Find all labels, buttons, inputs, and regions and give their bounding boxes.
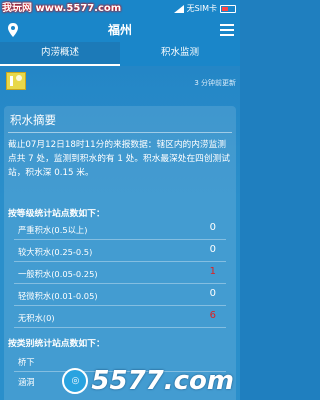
level-value: 0 bbox=[209, 222, 216, 233]
section-title-levels: 按等级统计站点数如下： bbox=[8, 209, 105, 219]
category-label: 涵洞 bbox=[18, 377, 35, 387]
signal-icon bbox=[173, 5, 184, 13]
divider bbox=[14, 239, 226, 240]
status-bar: 我玩网 www.5577.com 无SIM卡 bbox=[0, 0, 240, 18]
divider bbox=[14, 283, 226, 284]
level-row: 较大积水(0.25-0.5) 0 bbox=[4, 242, 236, 262]
level-row: 一般积水(0.05-0.25) 1 bbox=[4, 264, 236, 284]
weather-warning-icon bbox=[6, 72, 26, 90]
level-label: 无积水(0) bbox=[18, 313, 55, 323]
content-area: 3 分钟前更新 积水摘要 截止07月12日18时11分的来报数据：辖区内的内涝监… bbox=[0, 66, 240, 400]
tab-water-monitoring[interactable]: 积水监测 bbox=[120, 42, 240, 66]
level-label: 较大积水(0.25-0.5) bbox=[18, 247, 93, 257]
level-row: 无积水(0) 6 bbox=[4, 308, 236, 328]
level-label: 严重积水(0.5以上) bbox=[18, 225, 88, 235]
category-label: 桥下 bbox=[18, 357, 35, 367]
tab-bar: 内涝概述 积水监测 bbox=[0, 42, 240, 66]
level-label: 一般积水(0.05-0.25) bbox=[18, 269, 98, 279]
status-icons: 无SIM卡 bbox=[173, 0, 236, 18]
sim-status: 无SIM卡 bbox=[186, 4, 217, 13]
update-time: 3 分钟前更新 bbox=[194, 79, 236, 87]
site-logo: ◎ 5577.com bbox=[62, 366, 234, 396]
battery-icon bbox=[220, 5, 236, 13]
section-title-categories: 按类别统计站点数如下： bbox=[8, 339, 105, 349]
page-title: 福州 bbox=[107, 23, 132, 37]
level-label: 轻微积水(0.01-0.05) bbox=[18, 291, 98, 301]
level-row: 严重积水(0.5以上) 0 bbox=[4, 220, 236, 240]
level-value: 0 bbox=[209, 288, 216, 299]
divider bbox=[14, 261, 226, 262]
app-bar: 福州 bbox=[0, 18, 240, 42]
logo-text: 5577.com bbox=[91, 366, 234, 396]
menu-icon[interactable] bbox=[220, 24, 234, 36]
logo-badge-icon: ◎ bbox=[62, 368, 89, 394]
tab-overview[interactable]: 内涝概述 bbox=[0, 42, 120, 66]
watermark-text: 我玩网 www.5577.com bbox=[2, 3, 122, 14]
level-value: 6 bbox=[209, 310, 216, 321]
summary-panel: 积水摘要 截止07月12日18时11分的来报数据：辖区内的内涝监测点共 7 处，… bbox=[4, 106, 236, 400]
panel-title: 积水摘要 bbox=[10, 113, 56, 127]
level-value: 1 bbox=[209, 266, 216, 277]
divider bbox=[14, 305, 226, 306]
level-row: 轻微积水(0.01-0.05) 0 bbox=[4, 286, 236, 306]
summary-text: 截止07月12日18时11分的来报数据：辖区内的内涝监测点共 7 处，监测到积水… bbox=[8, 140, 230, 178]
level-value: 0 bbox=[209, 244, 216, 255]
divider bbox=[14, 327, 226, 328]
divider bbox=[8, 132, 232, 133]
